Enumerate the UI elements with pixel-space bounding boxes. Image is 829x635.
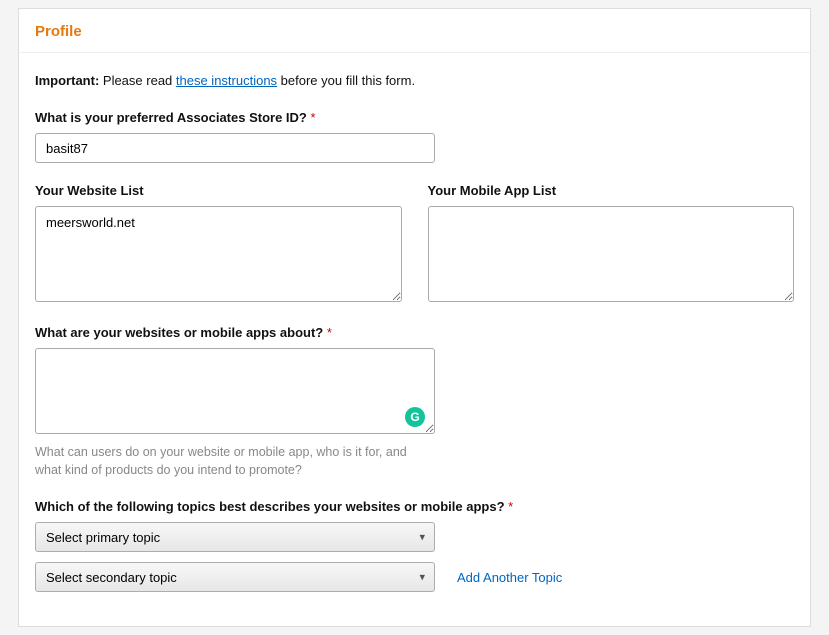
required-marker: * — [327, 325, 332, 340]
about-hint-line1: What can users do on your website or mob… — [35, 445, 407, 459]
required-marker: * — [310, 110, 315, 125]
add-another-topic-link[interactable]: Add Another Topic — [457, 570, 562, 585]
important-before: Please read — [99, 73, 176, 88]
about-label-text: What are your websites or mobile apps ab… — [35, 325, 327, 340]
instructions-link[interactable]: these instructions — [176, 73, 277, 88]
important-bold: Important: — [35, 73, 99, 88]
about-label: What are your websites or mobile apps ab… — [35, 325, 794, 340]
about-group: What are your websites or mobile apps ab… — [35, 325, 794, 479]
store-id-label-text: What is your preferred Associates Store … — [35, 110, 310, 125]
about-hint-line2: what kind of products do you intend to p… — [35, 463, 302, 477]
about-hint: What can users do on your website or mob… — [35, 444, 435, 479]
about-textarea[interactable] — [35, 348, 435, 434]
panel-title: Profile — [35, 23, 794, 52]
website-list-textarea[interactable]: meersworld.net — [35, 206, 402, 302]
primary-topic-wrap: Select primary topic — [35, 522, 435, 552]
required-marker: * — [508, 499, 513, 514]
about-textarea-wrap: G — [35, 348, 435, 437]
mobile-list-textarea[interactable] — [428, 206, 795, 302]
store-id-label: What is your preferred Associates Store … — [35, 110, 794, 125]
divider — [19, 52, 810, 53]
website-list-label: Your Website List — [35, 183, 402, 198]
topics-label: Which of the following topics best descr… — [35, 499, 794, 514]
important-after: before you fill this form. — [277, 73, 415, 88]
mobile-list-col: Your Mobile App List — [428, 183, 795, 305]
store-id-input[interactable] — [35, 133, 435, 163]
store-id-group: What is your preferred Associates Store … — [35, 110, 794, 163]
primary-topic-row: Select primary topic — [35, 522, 794, 552]
mobile-list-label: Your Mobile App List — [428, 183, 795, 198]
lists-row: Your Website List meersworld.net Your Mo… — [35, 183, 794, 305]
primary-topic-select[interactable]: Select primary topic — [35, 522, 435, 552]
website-list-col: Your Website List meersworld.net — [35, 183, 402, 305]
important-notice: Important: Please read these instruction… — [35, 73, 794, 88]
topics-group: Which of the following topics best descr… — [35, 499, 794, 592]
grammarly-icon[interactable]: G — [405, 407, 425, 427]
topics-label-text: Which of the following topics best descr… — [35, 499, 508, 514]
profile-panel: Profile Important: Please read these ins… — [18, 8, 811, 627]
